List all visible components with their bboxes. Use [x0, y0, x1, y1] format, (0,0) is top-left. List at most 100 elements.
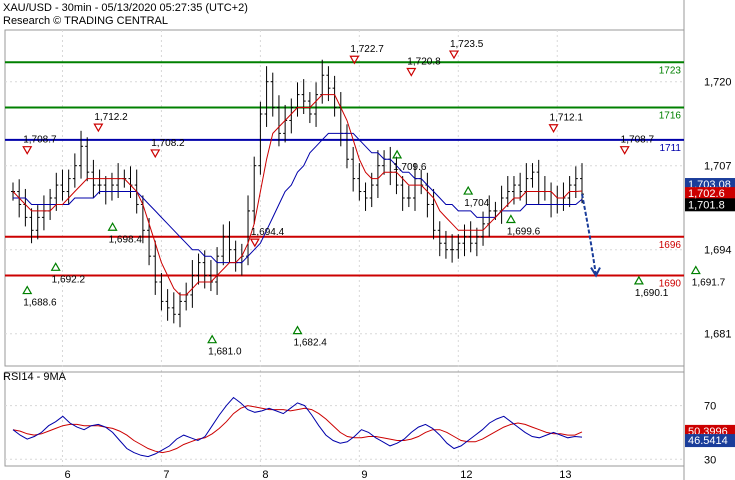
- price-candle: [103, 176, 108, 205]
- price-tick-label: 1,720: [704, 77, 732, 89]
- time-tick-label: 12: [460, 469, 472, 480]
- swing-low-label: 1,699.6: [507, 227, 541, 238]
- price-candle: [109, 172, 114, 201]
- swing-low-label: 1,704: [464, 198, 489, 209]
- price-candle: [382, 150, 387, 175]
- swing-high-marker: [150, 149, 161, 159]
- swing-annotation: 1,704: [463, 185, 490, 209]
- price-candle: [215, 247, 220, 295]
- price-candle: [252, 156, 257, 224]
- price-candle: [314, 82, 319, 127]
- slow-ma-line: [13, 132, 583, 264]
- swing-high-label: 1,708.2: [151, 138, 185, 149]
- price-candle: [555, 185, 560, 214]
- price-candle: [357, 163, 362, 201]
- swing-high-marker: [93, 123, 104, 133]
- level-label-1696: 1696: [659, 240, 682, 251]
- swing-annotation: 1,709.6: [392, 149, 427, 173]
- price-candle: [116, 163, 121, 198]
- swing-annotation: 1,712.2: [93, 112, 128, 133]
- price-candle: [264, 66, 269, 127]
- swing-high-label: 1,712.1: [550, 113, 584, 124]
- price-candle: [450, 234, 455, 263]
- swing-low-marker: [292, 325, 303, 335]
- price-tick-label: 1,694: [704, 245, 732, 257]
- time-tick-label: 13: [559, 469, 571, 480]
- swing-high-label: 1,694.4: [251, 227, 285, 238]
- swing-low-marker: [107, 222, 118, 231]
- swing-low-label: 1,681.0: [208, 347, 242, 358]
- rsi-line: [12, 396, 583, 458]
- swing-annotation: 1,688.6: [22, 285, 57, 309]
- swing-low-label: 1,691.7: [692, 278, 726, 289]
- price-candle: [375, 150, 380, 198]
- price-candle: [456, 234, 461, 259]
- price-candle: [165, 289, 170, 321]
- swing-high-marker: [406, 67, 417, 77]
- price-candle: [177, 292, 182, 328]
- price-candle: [437, 221, 442, 257]
- level-label-1711: 1711: [659, 143, 681, 154]
- swing-low-marker: [392, 149, 403, 159]
- time-tick-label: 8: [262, 469, 268, 480]
- level-label-1716: 1716: [659, 111, 682, 122]
- price-candle: [283, 104, 288, 143]
- price-candle: [227, 221, 232, 263]
- price-candle: [41, 195, 46, 231]
- swing-annotation: 1,691.7: [690, 265, 726, 289]
- swing-high-label: 1,720.8: [407, 57, 441, 68]
- price-candle: [85, 137, 90, 182]
- price-candle: [128, 166, 133, 198]
- price-candle: [573, 166, 578, 198]
- time-tick-label: 7: [163, 469, 169, 480]
- rsi-tick-label: 30: [704, 454, 716, 466]
- price-candle: [419, 169, 424, 195]
- swing-low-label: 1,682.4: [294, 338, 328, 349]
- price-candle: [276, 95, 281, 147]
- price-badge-text: 1,701.8: [688, 199, 725, 211]
- price-candle: [351, 146, 356, 192]
- swing-low-label: 1,688.6: [23, 298, 57, 309]
- swing-annotation: 1,698.4: [107, 222, 142, 245]
- price-candle: [270, 72, 275, 117]
- swing-high-label: 1,708.7: [23, 135, 57, 146]
- swing-high-marker: [619, 146, 630, 155]
- chart-canvas: 17231716171116961690 1,688.61,708.71,692…: [3, 0, 735, 480]
- rsi-value-badge: 46.5414: [685, 434, 735, 448]
- swing-high-marker: [548, 124, 559, 133]
- price-candle: [23, 188, 28, 227]
- price-candle: [443, 230, 448, 259]
- level-label-1723: 1723: [659, 65, 682, 76]
- price-candle: [406, 185, 411, 208]
- rsi-badge-text: 46.5414: [688, 435, 728, 447]
- price-tick-label: 1,707: [704, 161, 732, 173]
- price-value-badge: 1,701.8: [685, 198, 735, 212]
- time-tick-label: 6: [64, 469, 70, 480]
- swing-annotation: 1,694.4: [249, 227, 285, 248]
- swing-high-marker: [249, 238, 260, 248]
- swing-low-marker: [633, 275, 644, 285]
- swing-annotation: 1,708.7: [619, 135, 654, 155]
- price-candle: [171, 292, 176, 324]
- price-candle: [72, 153, 77, 188]
- price-candle: [301, 79, 306, 114]
- price-candle: [425, 172, 430, 218]
- price-candle: [184, 282, 189, 311]
- swing-annotation: 1,708.2: [150, 138, 185, 159]
- price-candle: [196, 253, 201, 285]
- forecast-arrow: [581, 193, 597, 276]
- price-candle: [363, 182, 368, 211]
- price-candle: [499, 185, 504, 224]
- price-candle: [524, 163, 529, 205]
- price-candle: [400, 176, 405, 211]
- price-candle: [344, 124, 349, 169]
- price-value-badge: 1,702.6: [685, 187, 735, 201]
- swing-high-marker: [22, 146, 33, 155]
- price-candle: [60, 169, 65, 201]
- rsi-ma-line: [12, 405, 583, 454]
- rsi-tick-label: 70: [704, 401, 716, 413]
- swing-annotation: 1,723.5: [448, 39, 484, 60]
- price-candle: [536, 159, 541, 205]
- swing-high-marker: [448, 50, 460, 60]
- price-candle: [239, 243, 244, 276]
